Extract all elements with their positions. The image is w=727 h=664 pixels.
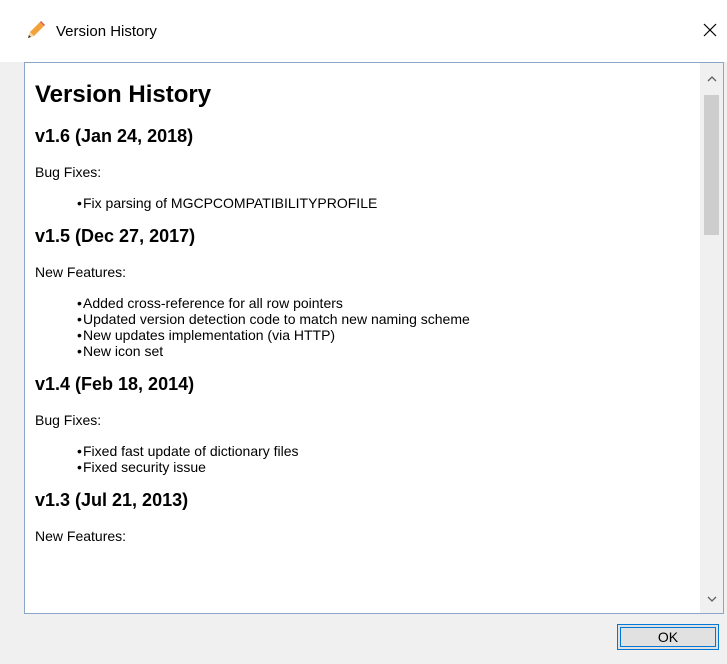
version-title: v1.6 (Jan 24, 2018) bbox=[35, 126, 194, 146]
close-icon bbox=[703, 23, 717, 37]
vertical-scrollbar[interactable] bbox=[700, 63, 723, 613]
list-item: • New updates implementation (via HTTP) bbox=[77, 327, 336, 343]
version-title: v1.3 (Jul 21, 2013) bbox=[35, 490, 189, 510]
chevron-down-icon bbox=[707, 596, 716, 602]
change-list: • Added cross-reference for all row point… bbox=[35, 295, 695, 359]
pencil-icon bbox=[24, 18, 48, 42]
history-viewer[interactable]: Version History v1.6 (Jan 24, 2018) Bug … bbox=[24, 62, 724, 614]
list-item: • Added cross-reference for all row point… bbox=[77, 295, 343, 311]
list-item: • Updated version detection code to match… bbox=[77, 311, 470, 327]
change-list: • Fixed fast update of dictionary files •… bbox=[35, 443, 695, 475]
title-bar: Version History bbox=[0, 0, 727, 62]
window-title: Version History bbox=[56, 23, 157, 40]
scrollbar-thumb[interactable] bbox=[704, 95, 719, 235]
list-item: • Fixed fast update of dictionary files bbox=[77, 443, 299, 459]
section-label: Bug Fixes: bbox=[35, 164, 102, 180]
section-label: New Features: bbox=[35, 264, 127, 280]
scroll-up-button[interactable] bbox=[700, 67, 723, 90]
change-list: • Fix parsing of MGCPCOMPATIBILITYPROFILE bbox=[35, 195, 695, 211]
list-item: • Fix parsing of MGCPCOMPATIBILITYPROFILE bbox=[77, 195, 378, 211]
history-document: Version History v1.6 (Jan 24, 2018) Bug … bbox=[35, 71, 695, 559]
version-history-dialog: Version History Version History v1.6 (Ja… bbox=[0, 0, 727, 664]
dialog-footer: OK bbox=[0, 614, 727, 664]
version-title: v1.4 (Feb 18, 2014) bbox=[35, 374, 195, 394]
section-label: New Features: bbox=[35, 528, 127, 544]
chevron-up-icon bbox=[707, 75, 716, 81]
doc-heading: Version History bbox=[35, 81, 212, 108]
scroll-down-button[interactable] bbox=[700, 587, 723, 610]
section-label: Bug Fixes: bbox=[35, 412, 102, 428]
version-title: v1.5 (Dec 27, 2017) bbox=[35, 226, 196, 246]
close-button[interactable] bbox=[694, 14, 726, 46]
list-item: • Fixed security issue bbox=[77, 459, 206, 475]
ok-button[interactable]: OK bbox=[617, 624, 719, 650]
list-item: • New icon set bbox=[77, 343, 164, 359]
